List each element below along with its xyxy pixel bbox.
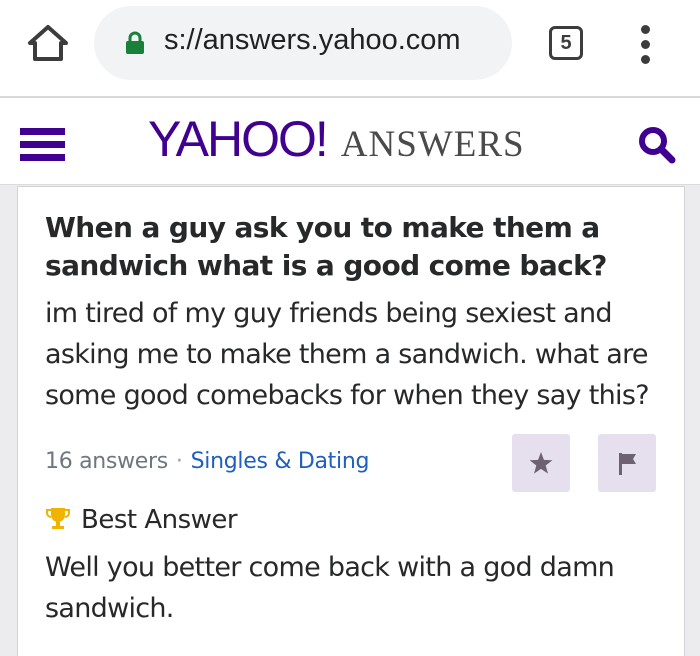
- tab-switcher-button[interactable]: 5: [549, 26, 583, 60]
- best-answer-label: Best Answer: [81, 505, 238, 535]
- question-title: When a guy ask you to make them a sandwi…: [45, 211, 607, 282]
- best-answer-text: Well you better come back with a god dam…: [45, 552, 615, 624]
- logo-yahoo: YAHOO!: [148, 111, 329, 167]
- yahoo-answers-logo[interactable]: YAHOO! ANSWERS: [148, 110, 525, 172]
- search-button[interactable]: [636, 124, 678, 166]
- logo-answers: ANSWERS: [340, 124, 525, 165]
- browser-menu-button[interactable]: [636, 25, 656, 64]
- star-icon: [529, 452, 553, 474]
- best-answer-header: Best Answer: [45, 505, 238, 535]
- trophy-icon: [45, 506, 71, 530]
- question-card: When a guy ask you to make them a sandwi…: [17, 186, 685, 656]
- question-body: im tired of my guy friends being sexiest…: [45, 298, 650, 411]
- answer-count: 16 answers: [45, 449, 168, 474]
- lock-icon: [125, 31, 145, 55]
- address-bar[interactable]: s://answers.yahoo.com: [94, 6, 512, 80]
- home-icon: [28, 25, 68, 61]
- hamburger-icon[interactable]: [20, 128, 65, 162]
- answer-footer-partial: [45, 639, 185, 645]
- search-icon: [639, 127, 676, 164]
- home-button[interactable]: [26, 23, 70, 63]
- site-header: YAHOO! ANSWERS: [0, 98, 700, 185]
- browser-toolbar: s://answers.yahoo.com 5: [0, 0, 700, 96]
- flag-icon: [619, 453, 636, 475]
- meta-separator: ·: [175, 449, 183, 474]
- url-text: s://answers.yahoo.com: [164, 24, 461, 56]
- save-question-button[interactable]: [512, 434, 570, 492]
- question-meta: 16 answers · Singles & Dating: [45, 449, 369, 474]
- report-question-button[interactable]: [598, 434, 656, 492]
- category-link[interactable]: Singles & Dating: [191, 449, 370, 474]
